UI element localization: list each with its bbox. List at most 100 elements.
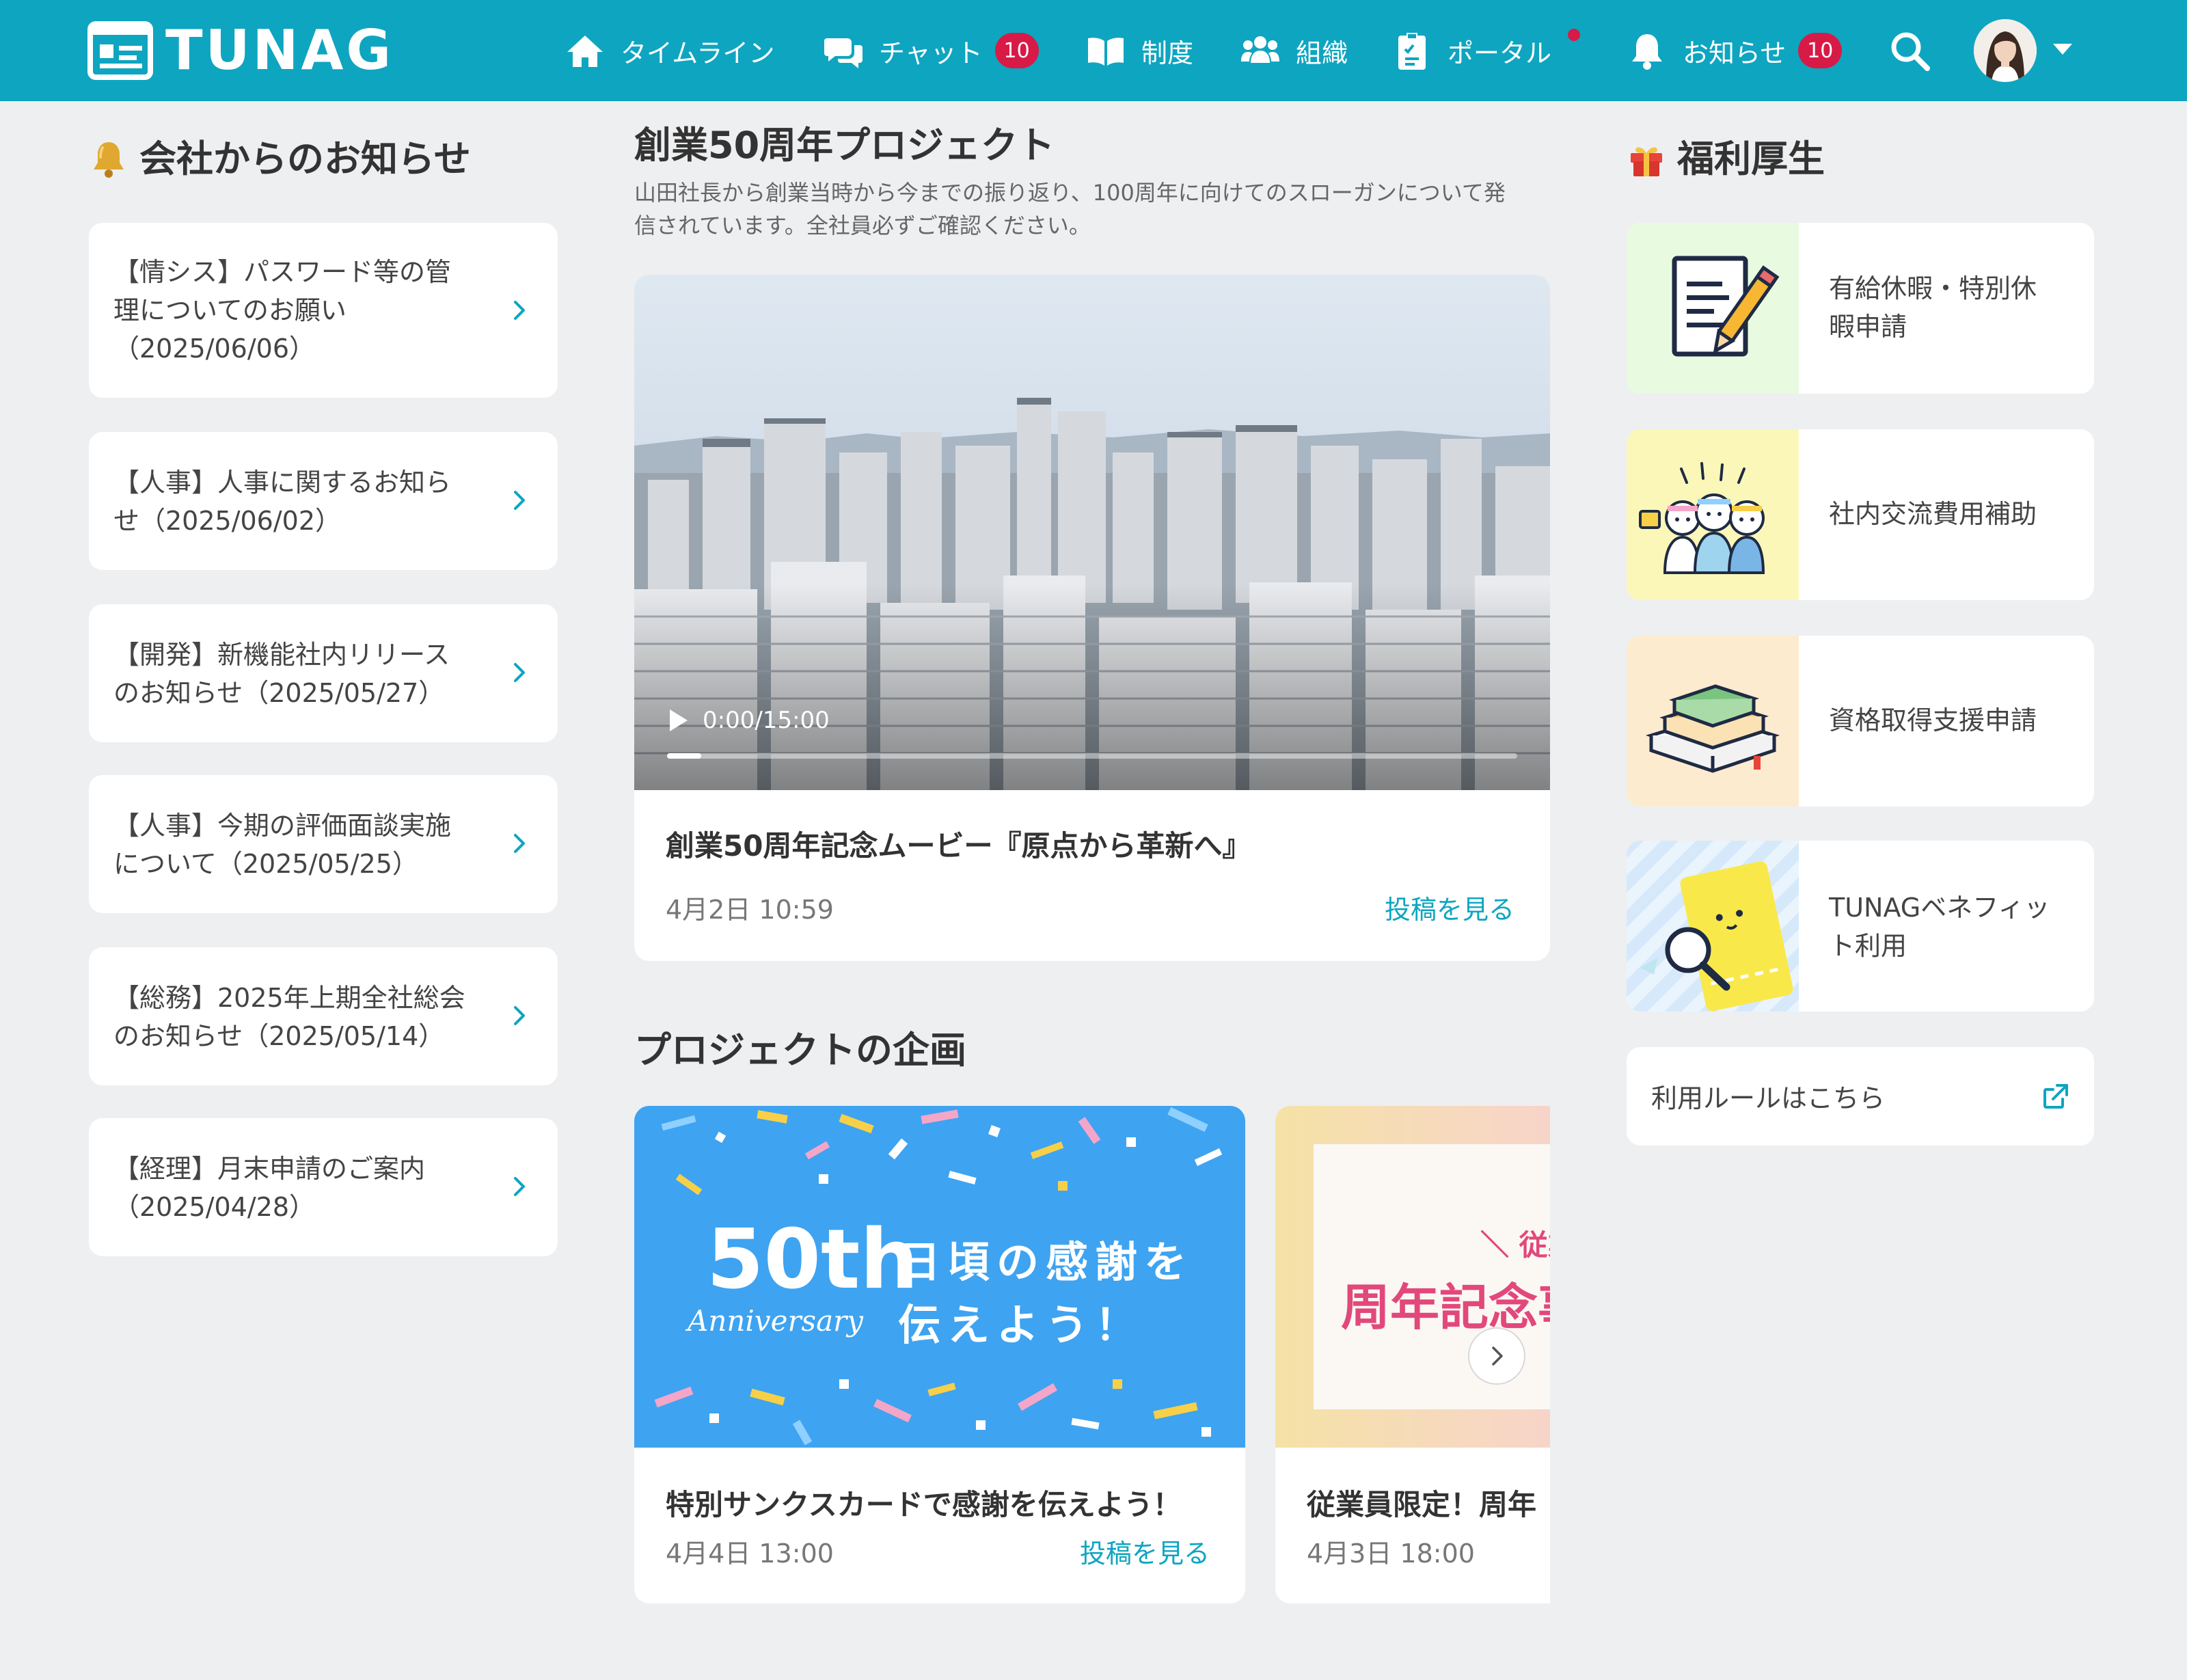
account-menu-caret[interactable] (2053, 44, 2072, 55)
books-icon (1645, 684, 1780, 773)
video-player[interactable]: 0:00/15:00 (634, 275, 1550, 790)
notice-line: 【総務】2025年上期全社総会 (113, 983, 465, 1013)
company-notices-heading: 会社からのお知らせ (89, 139, 471, 179)
benefit-label-line: ト利用 (1829, 931, 1907, 961)
banner-50th: 50th (707, 1212, 919, 1308)
bell-icon (94, 142, 124, 178)
benefit-label-line: TUNAGベネフィッ (1829, 893, 2050, 923)
benefit-label: 有給休暇・特別休 暇申請 (1829, 269, 2067, 346)
notice-line: 【経理】月末申請のご案内 (113, 1154, 426, 1184)
benefit-card[interactable]: 有給休暇・特別休 暇申請 (1627, 223, 2094, 394)
plans-title: プロジェクトの企画 (634, 1029, 966, 1072)
nav-system-label: 制度 (1141, 38, 1194, 68)
avatar-portrait-icon (1974, 19, 2037, 82)
logo-mark-icon (87, 21, 153, 80)
notice-line: （2025/04/28） (113, 1192, 316, 1222)
nav-chat-label: チャット (879, 38, 983, 68)
notice-line: について（2025/05/25） (113, 849, 418, 879)
tunag-logo[interactable]: TUNAG (87, 19, 394, 82)
document-pencil-icon (1672, 256, 1780, 357)
nav-org-label: 組織 (1296, 38, 1348, 68)
chevron-right-icon (514, 834, 525, 853)
company-notices-title: 会社からのお知らせ (139, 137, 471, 180)
plan-banner-thanks: 50th Anniversary 日頃の感謝を 伝えよう！ (634, 1106, 1245, 1448)
benefit-label: 社内交流費用補助 (1829, 495, 2067, 533)
video-view-post-link[interactable]: 投稿を見る (1385, 889, 1514, 926)
benefits-title: 福利厚生 (1677, 137, 1825, 180)
clipboard-icon (1398, 33, 1426, 70)
video-post-title[interactable]: 創業50周年記念ムービー『原点から革新へ』 (666, 823, 1251, 865)
notice-card[interactable]: 【総務】2025年上期全社総会 のお知らせ（2025/05/14） (89, 947, 558, 1085)
usage-rules-link[interactable]: 利用ルールはこちら (1627, 1047, 2094, 1146)
home-icon (567, 36, 603, 67)
plan-view-post-link[interactable]: 投稿を見る (1080, 1532, 1210, 1570)
banner-main-text: 周年記念事 (1341, 1279, 1550, 1336)
nav-portal[interactable]: ポータル (1391, 0, 1551, 101)
video-progress-bar[interactable] (667, 753, 1517, 759)
plan-banner-event: ＼ 従業 周年記念事 (1275, 1106, 1550, 1448)
notice-line: せ（2025/06/02） (113, 506, 342, 536)
search-icon[interactable] (1888, 29, 1931, 72)
chevron-right-icon (514, 663, 525, 682)
external-link-icon (2043, 1084, 2068, 1109)
plan-card[interactable]: 50th Anniversary 日頃の感謝を 伝えよう！ 特別サンクスカードで… (634, 1106, 1245, 1603)
nav-timeline[interactable]: タイムライン (565, 0, 774, 101)
carousel-next-button[interactable] (1468, 1327, 1525, 1385)
video-post-card: 0:00/15:00 創業50周年記念ムービー『原点から革新へ』 4月2日 10… (634, 275, 1550, 961)
notice-card[interactable]: 【経理】月末申請のご案内 （2025/04/28） (89, 1118, 558, 1256)
benefit-label-line: 社内交流費用補助 (1829, 499, 2037, 529)
video-time: 0:00/15:00 (703, 707, 830, 734)
notice-card[interactable]: 【情シス】パスワード等の管 理についてのお願い （2025/06/06） (89, 223, 558, 398)
nav-chat[interactable]: チャット 10 (823, 0, 1039, 101)
banner-anniversary: Anniversary (688, 1304, 863, 1338)
notice-line: 【開発】新機能社内リリース (113, 640, 450, 670)
benefit-thumb (1627, 636, 1799, 807)
chevron-right-icon (514, 1006, 525, 1025)
notice-card[interactable]: 【人事】人事に関するお知ら せ（2025/06/02） (89, 432, 558, 570)
benefit-card[interactable]: TUNAGベネフィッ ト利用 (1627, 841, 2094, 1012)
notice-line: 【人事】今期の評価面談実施 (113, 811, 452, 841)
notice-line: 【情シス】パスワード等の管 (113, 257, 452, 287)
notify-unread-badge: 10 (1798, 33, 1843, 68)
benefit-card[interactable]: 資格取得支援申請 (1627, 636, 2094, 807)
nav-portal-label: ポータル (1448, 38, 1552, 68)
plan-date: 4月4日 13:00 (666, 1539, 834, 1569)
banner-line-2: 伝えよう！ (898, 1300, 1145, 1350)
video-progress-fill (667, 753, 701, 759)
benefit-label-line: 暇申請 (1829, 312, 1907, 342)
plan-date: 4月3日 18:00 (1307, 1539, 1475, 1569)
plans-heading: プロジェクトの企画 (634, 1032, 966, 1069)
notice-text: 【情シス】パスワード等の管 理についてのお願い （2025/06/06） (113, 253, 483, 368)
top-nav-bar: TUNAG タイムライン チャット 10 制度 組織 ポータル お知らせ 10 (0, 0, 2187, 101)
chevron-right-icon (514, 1177, 525, 1196)
user-avatar[interactable] (1974, 19, 2037, 82)
benefit-thumb (1627, 841, 1799, 1012)
notice-text: 【人事】人事に関するお知ら せ（2025/06/02） (113, 463, 483, 540)
ticket-search-icon (1640, 861, 1793, 1012)
plan-title: 従業員限定！周年 (1307, 1488, 1537, 1521)
benefits-heading: 福利厚生 (1627, 139, 1825, 179)
chat-unread-badge: 10 (994, 33, 1039, 68)
benefit-thumb (1627, 223, 1799, 394)
chevron-right-icon (1492, 1346, 1503, 1366)
cheering-people-icon (1639, 462, 1765, 574)
nav-org[interactable]: 組織 (1240, 0, 1348, 101)
benefit-label-line: 資格取得支援申請 (1829, 705, 2037, 735)
benefit-label: 資格取得支援申請 (1829, 701, 2067, 740)
benefit-card[interactable]: 社内交流費用補助 (1627, 429, 2094, 600)
chevron-right-icon (514, 301, 525, 320)
usage-rules-label: 利用ルールはこちら (1651, 1083, 1886, 1113)
project-description: 山田社長から創業当時から今までの振り返り、100周年に向けてのスローガンについて… (634, 176, 1550, 242)
project-desc-line: 信されています。全社員必ずご確認ください。 (634, 213, 1091, 239)
notice-text: 【開発】新機能社内リリース のお知らせ（2025/05/27） (113, 636, 483, 712)
chat-bubbles-icon (824, 38, 862, 68)
benefit-thumb (1627, 429, 1799, 600)
nav-system[interactable]: 制度 (1085, 0, 1193, 101)
notice-card[interactable]: 【開発】新機能社内リリース のお知らせ（2025/05/27） (89, 604, 558, 742)
nav-notify[interactable]: お知らせ 10 (1627, 0, 1843, 101)
banner-line-1: 日頃の感謝を (898, 1237, 1194, 1287)
notice-card[interactable]: 【人事】今期の評価面談実施 について（2025/05/25） (89, 775, 558, 913)
play-icon[interactable] (667, 708, 690, 733)
benefit-label: TUNAGベネフィッ ト利用 (1829, 889, 2067, 965)
notice-line: のお知らせ（2025/05/27） (113, 678, 445, 708)
